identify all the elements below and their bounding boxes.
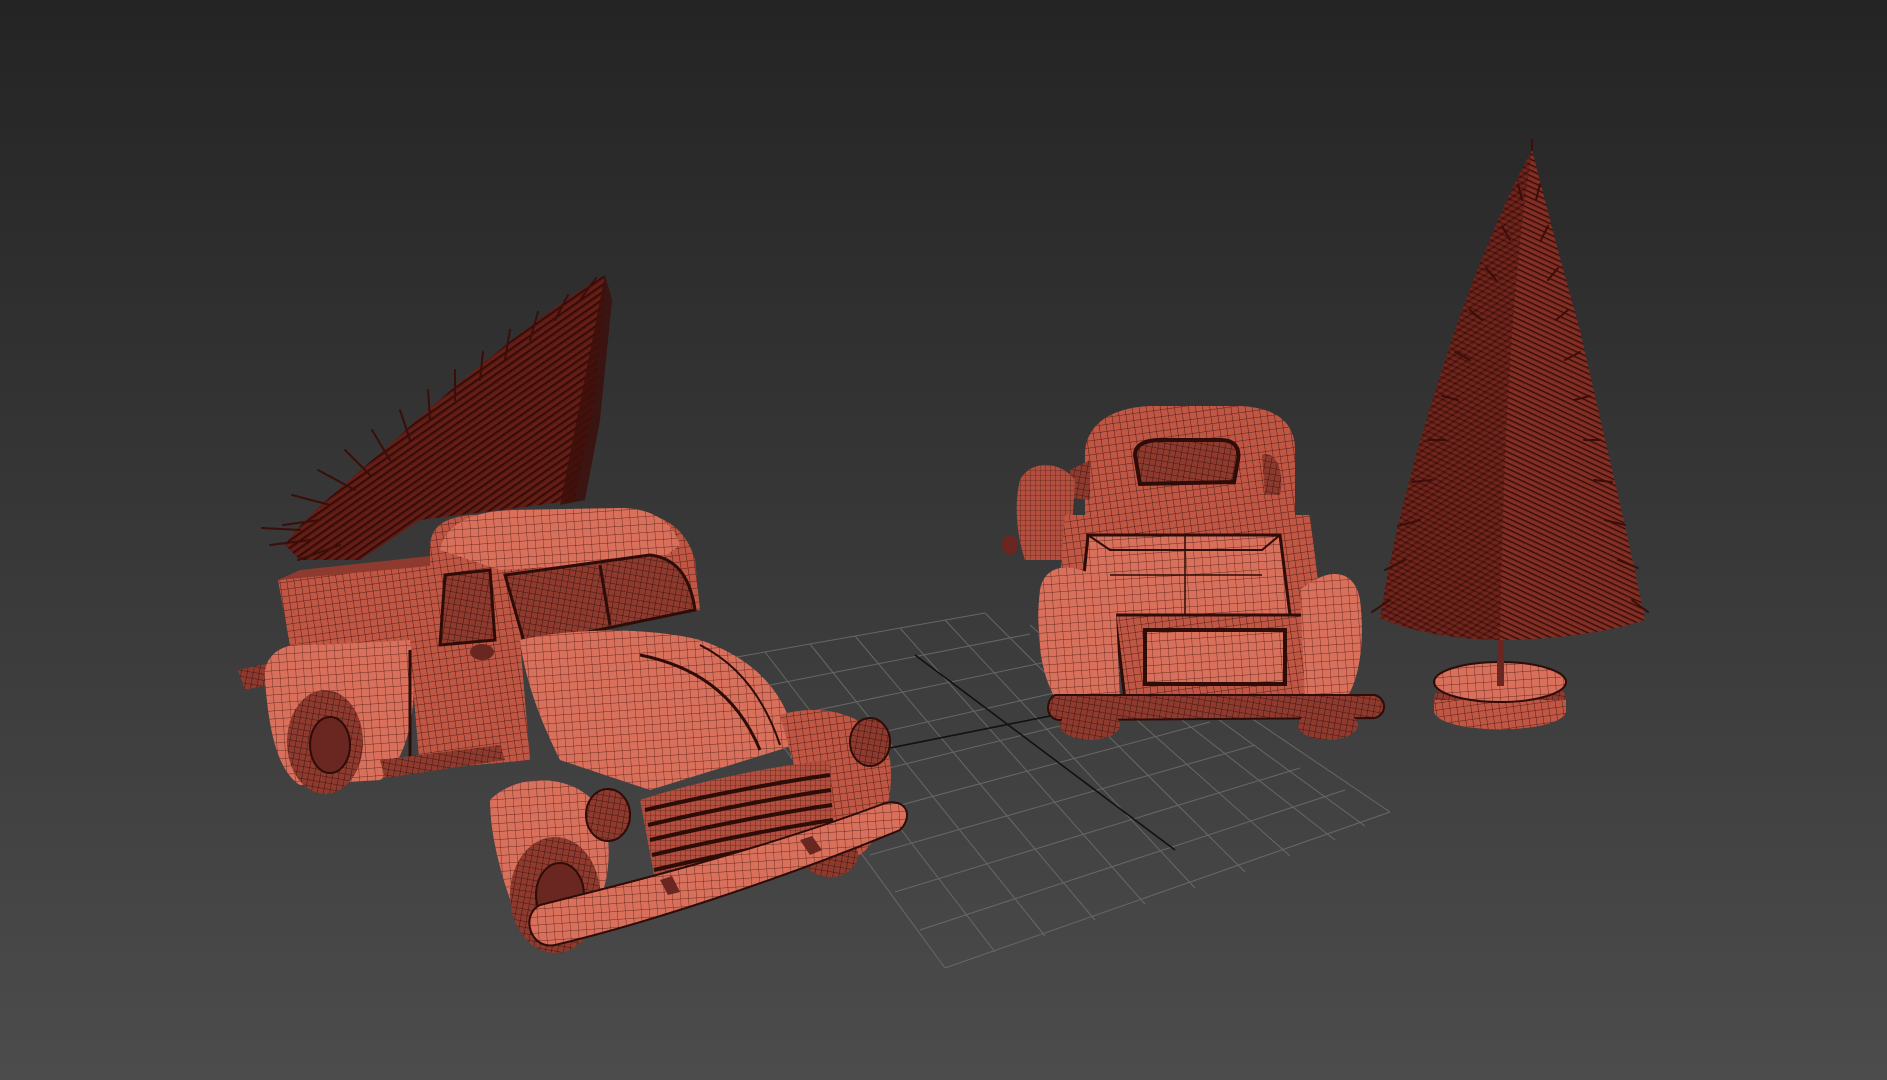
rear-tire-right	[1298, 710, 1358, 740]
side-window	[438, 568, 497, 647]
rear-tire-left	[1060, 710, 1120, 740]
rear-fender-right	[1300, 573, 1362, 700]
rear-cab-window	[1132, 438, 1241, 487]
3d-viewport[interactable]	[0, 0, 1887, 1080]
viewport-canvas[interactable]	[0, 0, 1887, 1080]
rear-fender-left	[1038, 567, 1120, 705]
